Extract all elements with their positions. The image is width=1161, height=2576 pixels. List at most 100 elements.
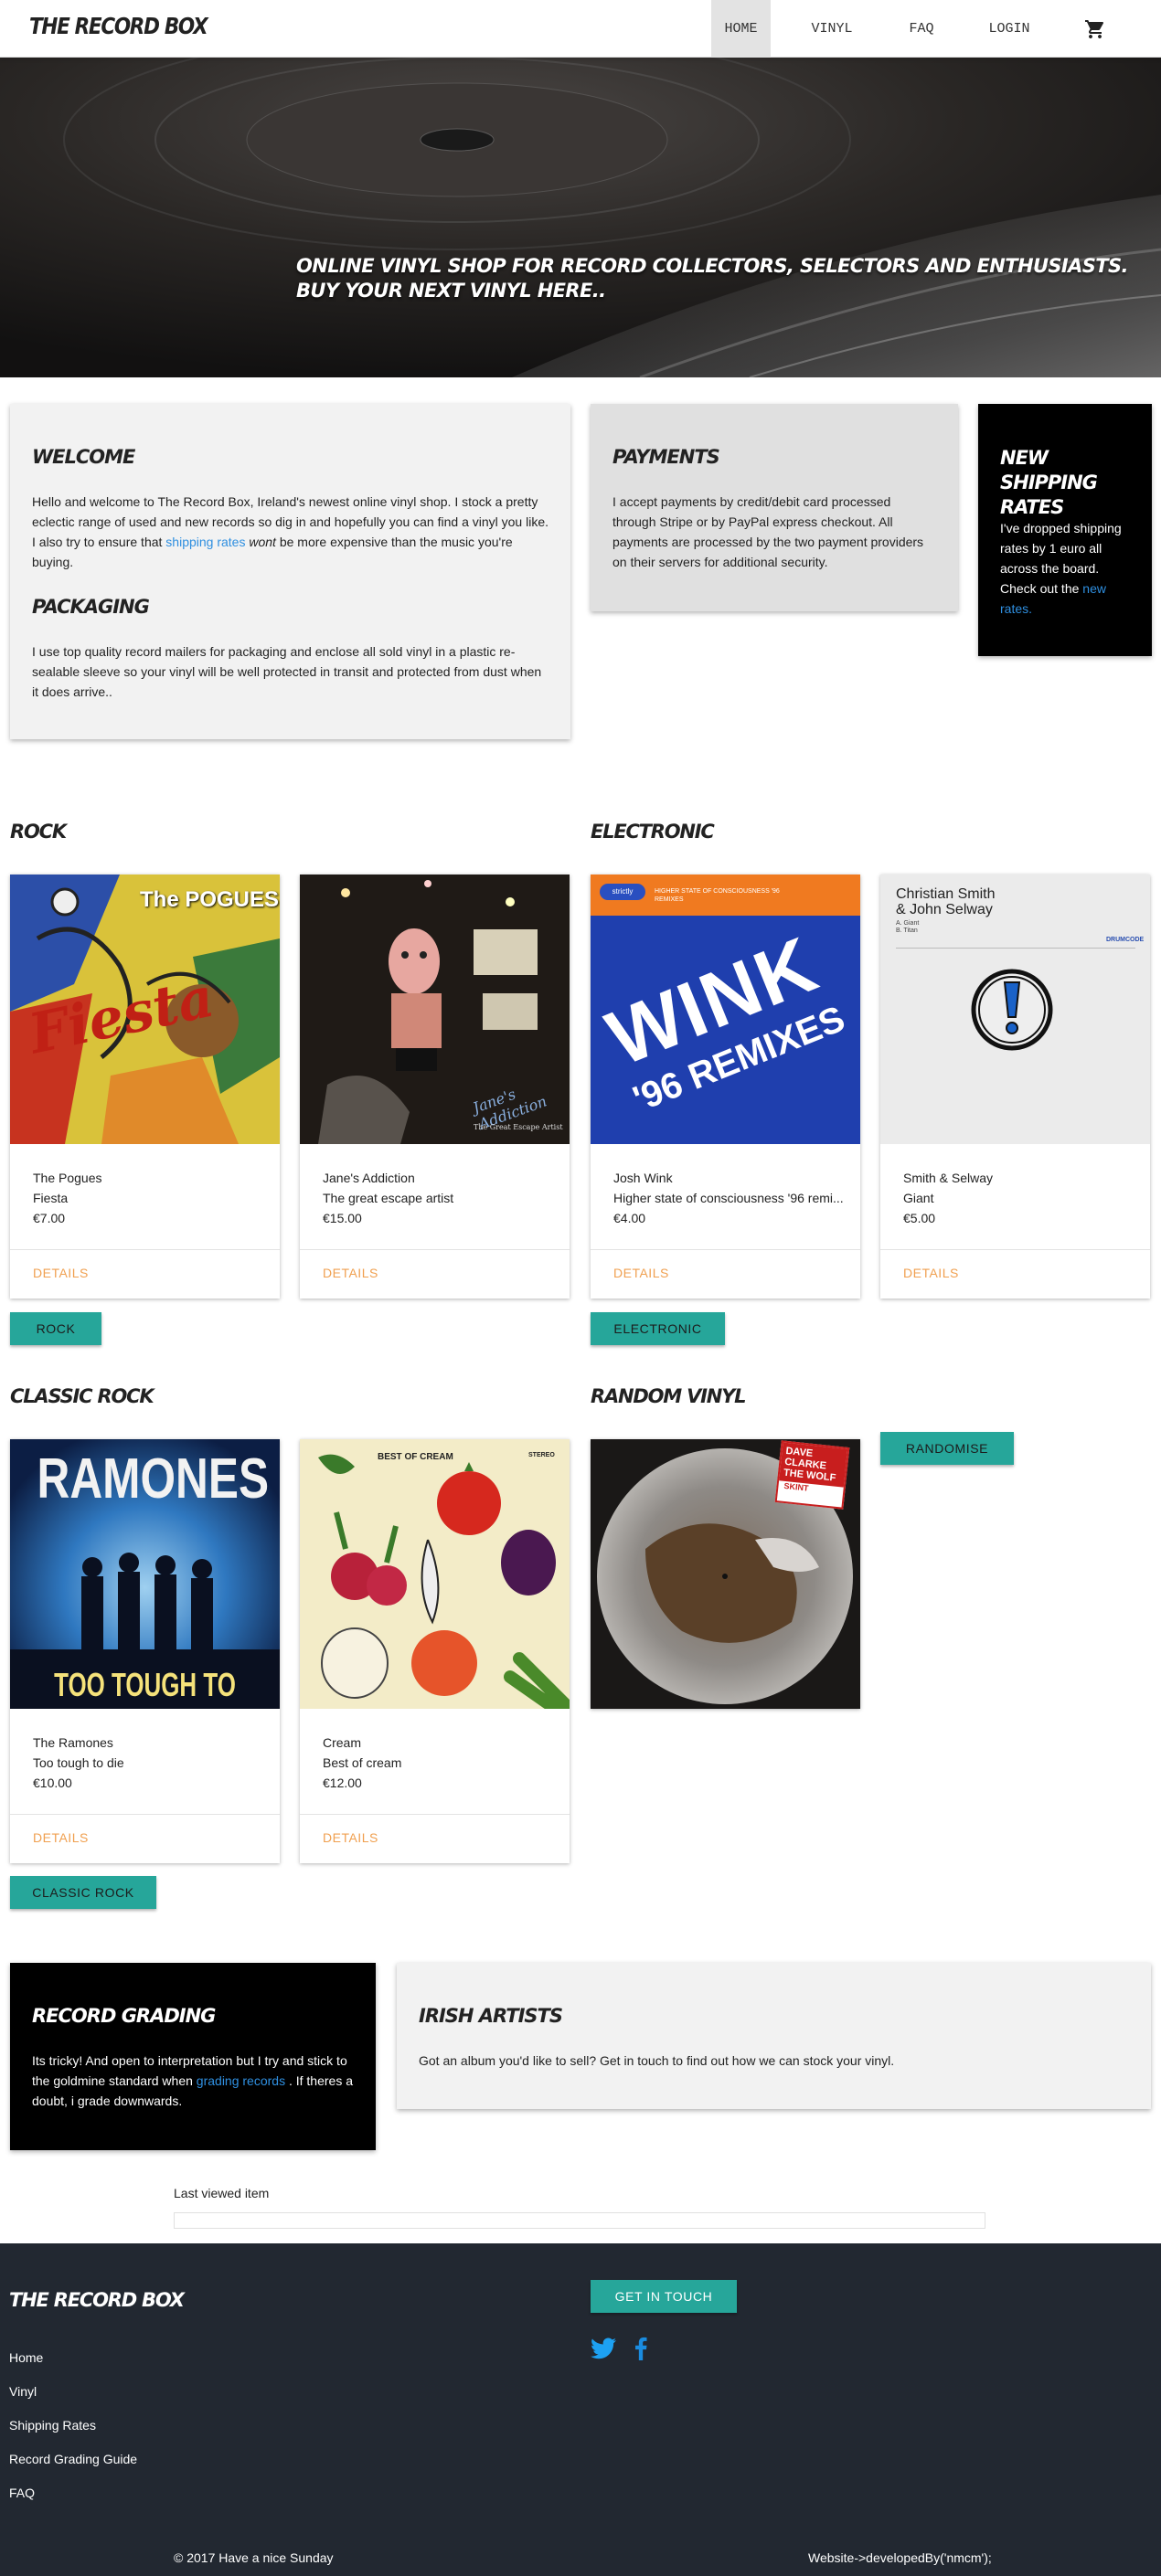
product-artist: Smith & Selway: [903, 1171, 994, 1185]
shipping-text: I've dropped shipping rates by 1 euro al…: [1000, 518, 1137, 619]
product-price: €15.00: [323, 1211, 362, 1225]
shopping-cart-icon[interactable]: [1084, 18, 1106, 40]
randomise-button[interactable]: RANDOMISE: [880, 1432, 1014, 1465]
product-info: Smith & Selway Giant €5.00: [903, 1168, 993, 1228]
welcome-text: Hello and welcome to The Record Box, Ire…: [32, 492, 549, 572]
payments-panel: PAYMENTS I accept payments by credit/deb…: [591, 404, 958, 611]
section-title-electronic: ELECTRONIC: [591, 821, 715, 843]
footer-link-home[interactable]: Home: [9, 2350, 43, 2365]
section-title-random-vinyl: RANDOM VINYL: [591, 1385, 747, 1407]
product-card: RAMONES TOO TOUGH TO DIE The Ramones Too…: [10, 1439, 280, 1863]
album-cover-wink[interactable]: strictly HIGHER STATE OF CONSCIOUSNESS '…: [591, 875, 860, 1144]
hero-banner: ONLINE VINYL SHOP FOR RECORD COLLECTORS,…: [0, 58, 1161, 377]
shipping-panel: NEW SHIPPING RATES I've dropped shipping…: [978, 404, 1152, 656]
nav-home[interactable]: HOME: [711, 0, 771, 58]
section-title-rock: ROCK: [10, 821, 67, 843]
shipping-title: NEW SHIPPING RATES: [1000, 447, 1098, 518]
cover-label-logo: strictly: [600, 884, 645, 900]
exclamation-logo-icon: [971, 969, 1053, 1051]
nav-vinyl[interactable]: VINYL: [795, 0, 868, 58]
cover-album-title: TOO TOUGH TO DIE: [54, 1666, 236, 1709]
cover-album-title: BEST OF CREAM: [378, 1452, 453, 1462]
irish-artists-panel: IRISH ARTISTS Got an album you'd like to…: [397, 1963, 1151, 2109]
product-title: Best of cream: [323, 1755, 402, 1770]
product-info: Cream Best of cream €12.00: [323, 1733, 401, 1793]
sticker-label: DAVE CLARKE THE WOLF SKINT: [774, 1440, 850, 1510]
grading-records-link[interactable]: grading records: [197, 2073, 285, 2088]
details-link[interactable]: DETAILS: [323, 1830, 378, 1845]
welcome-emphasis: wont: [249, 535, 276, 549]
record-grading-panel: RECORD GRADING Its tricky! And open to i…: [10, 1963, 376, 2150]
developer-credit: Website->developedBy('nmcm');: [808, 2550, 992, 2565]
nav-login[interactable]: LOGIN: [975, 0, 1044, 58]
card-divider: [300, 1249, 570, 1250]
product-card: Jane's Addiction The Great Escape Artist…: [300, 875, 570, 1299]
payments-title: PAYMENTS: [612, 446, 720, 468]
electronic-category-button[interactable]: ELECTRONIC: [591, 1312, 725, 1345]
details-link[interactable]: DETAILS: [33, 1830, 89, 1845]
album-cover-art: [318, 1454, 570, 1709]
product-card: Christian Smith & John Selway A. Giant B…: [880, 875, 1150, 1299]
card-divider: [300, 1814, 570, 1815]
product-price: €12.00: [323, 1776, 362, 1790]
welcome-title: WELCOME: [32, 446, 135, 468]
card-divider: [10, 1249, 280, 1250]
product-title: The great escape artist: [323, 1191, 454, 1205]
section-title-classic-rock: CLASSIC ROCK: [10, 1385, 154, 1407]
album-cover-great-escape-artist[interactable]: Jane's Addiction The Great Escape Artist: [300, 875, 570, 1144]
packaging-text: I use top quality record mailers for pac…: [32, 644, 542, 699]
sticker-title: DAVE CLARKE THE WOLF: [779, 1442, 848, 1488]
product-artist: Jane's Addiction: [323, 1171, 415, 1185]
cover-band-name: The POGUES: [140, 887, 280, 912]
welcome-panel: WELCOME Hello and welcome to The Record …: [10, 404, 570, 739]
card-divider: [880, 1249, 1150, 1250]
cover-album-title: The Great Escape Artist: [474, 1123, 563, 1131]
classic-rock-category-button[interactable]: CLASSIC ROCK: [10, 1876, 156, 1909]
product-info: Jane's Addiction The great escape artist…: [323, 1168, 453, 1228]
footer-link-grading-guide[interactable]: Record Grading Guide: [9, 2452, 137, 2466]
footer-link-shipping-rates[interactable]: Shipping Rates: [9, 2418, 96, 2433]
cover-small-text: HIGHER STATE OF CONSCIOUSNESS '96 REMIXE…: [655, 888, 780, 903]
card-divider: [10, 1814, 280, 1815]
shipping-rates-link[interactable]: shipping rates: [165, 535, 245, 549]
product-info: The Pogues Fiesta €7.00: [33, 1168, 102, 1228]
hero-tagline-line1: ONLINE VINYL SHOP FOR RECORD COLLECTORS,…: [296, 255, 1129, 277]
footer-link-faq[interactable]: FAQ: [9, 2486, 35, 2500]
nav-faq[interactable]: FAQ: [896, 0, 947, 58]
details-link[interactable]: DETAILS: [903, 1266, 959, 1280]
brand-logo[interactable]: THE RECORD BOX: [29, 13, 208, 39]
hero-tagline: ONLINE VINYL SHOP FOR RECORD COLLECTORS,…: [296, 254, 1129, 303]
record-grading-title: RECORD GRADING: [32, 2005, 216, 2027]
random-vinyl-cover[interactable]: DAVE CLARKE THE WOLF SKINT: [591, 1439, 860, 1709]
product-artist: The Pogues: [33, 1171, 102, 1185]
facebook-icon[interactable]: [634, 2337, 647, 2360]
album-cover-too-tough-to-die[interactable]: RAMONES TOO TOUGH TO DIE: [10, 1439, 280, 1709]
last-viewed-label: Last viewed item: [174, 2186, 270, 2200]
footer-link-vinyl[interactable]: Vinyl: [9, 2384, 37, 2399]
album-cover-best-of-cream[interactable]: BEST OF CREAM STEREO: [300, 1439, 570, 1709]
irish-artists-text: Got an album you'd like to sell? Get in …: [419, 2053, 895, 2068]
record-grading-text: Its tricky! And open to interpretation b…: [32, 2051, 366, 2111]
album-cover-fiesta[interactable]: The POGUES Fiesta: [10, 875, 280, 1144]
product-title: Higher state of consciousness '96 remi..…: [613, 1191, 844, 1205]
last-viewed-box[interactable]: [174, 2212, 985, 2229]
details-link[interactable]: DETAILS: [33, 1266, 89, 1280]
footer-brand: THE RECORD BOX: [9, 2289, 185, 2311]
hero-vinyl-image: [0, 58, 1161, 377]
payments-text: I accept payments by credit/debit card p…: [612, 494, 924, 569]
album-cover-giant[interactable]: Christian Smith & John Selway A. Giant B…: [880, 875, 1150, 1144]
cover-band-name: RAMONES: [37, 1447, 270, 1511]
product-price: €5.00: [903, 1211, 936, 1225]
twitter-icon[interactable]: [591, 2337, 616, 2359]
hero-tagline-line2: BUY YOUR NEXT VINYL HERE..: [296, 280, 606, 302]
product-price: €4.00: [613, 1211, 646, 1225]
details-link[interactable]: DETAILS: [323, 1266, 378, 1280]
rock-category-button[interactable]: ROCK: [10, 1312, 101, 1345]
product-card: The POGUES Fiesta The Pogues Fiesta €7.0…: [10, 875, 280, 1299]
get-in-touch-button[interactable]: GET IN TOUCH: [591, 2280, 737, 2313]
product-title: Too tough to die: [33, 1755, 124, 1770]
card-divider: [591, 1249, 860, 1250]
product-info: The Ramones Too tough to die €10.00: [33, 1733, 124, 1793]
product-artist: The Ramones: [33, 1735, 113, 1750]
details-link[interactable]: DETAILS: [613, 1266, 669, 1280]
